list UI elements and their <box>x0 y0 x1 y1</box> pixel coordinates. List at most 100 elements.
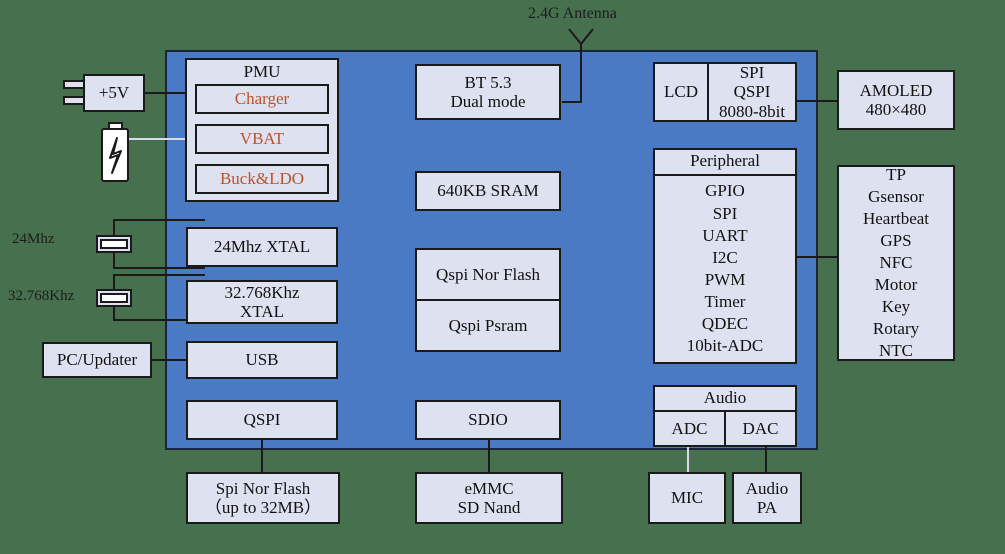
block-qspi-psram-label: Qspi Psram <box>448 315 528 335</box>
block-sram[interactable]: 640KB SRAM <box>415 171 561 211</box>
pc-updater-block[interactable]: PC/Updater <box>42 342 152 378</box>
block-mic-label: MIC <box>670 488 704 508</box>
xtal24-top-wire <box>113 219 205 221</box>
pmu-title: PMU <box>243 62 281 81</box>
block-qspi-psram[interactable]: Qspi Psram <box>417 299 559 350</box>
lcd-mode-spi: SPI <box>739 63 765 83</box>
peripheral-item-i2c: I2C <box>712 247 738 267</box>
audio-adc-label: ADC <box>671 418 708 438</box>
crystal-icon-24mhz <box>96 235 132 253</box>
pmu-charger-label: Charger <box>234 89 290 108</box>
peripheral-item-timer: Timer <box>704 291 746 311</box>
block-amoled-line1: AMOLED <box>859 80 933 100</box>
xtal32-top-wire <box>113 274 205 276</box>
block-spi-nor-flash-line2: （up to 32MB） <box>204 498 322 517</box>
block-sram-label: 640KB SRAM <box>437 181 539 201</box>
sensor-item-motor: Motor <box>874 275 918 295</box>
block-24mhz-xtal[interactable]: 24Mhz XTAL <box>186 227 338 267</box>
block-sdio[interactable]: SDIO <box>415 400 561 440</box>
block-bt-line1: BT 5.3 <box>464 72 512 92</box>
peripheral-item-uart: UART <box>702 225 748 245</box>
sensor-item-heartbeat: Heartbeat <box>862 208 930 228</box>
power-adapter-block[interactable]: +5V <box>83 74 145 112</box>
block-audio: Audio ADC DAC <box>653 385 797 447</box>
sensor-item-gps: GPS <box>880 230 912 250</box>
lcd-mode-qspi: QSPI <box>733 82 771 102</box>
peripheral-item-qdec: QDEC <box>701 314 749 334</box>
dac-to-audiopa-wire <box>765 447 767 472</box>
block-usb-label: USB <box>245 350 279 370</box>
block-emmc-line2: SD Nand <box>457 498 521 517</box>
xtal-32khz-label: 32.768Khz <box>8 288 75 304</box>
antenna-feed-vertical <box>580 48 582 103</box>
block-amoled[interactable]: AMOLED 480×480 <box>837 70 955 130</box>
block-lcd: LCD SPI QSPI 8080-8bit <box>653 62 797 122</box>
block-qspi-label: QSPI <box>243 410 281 430</box>
battery-icon <box>98 122 132 184</box>
block-lcd-modes-cell[interactable]: SPI QSPI 8080-8bit <box>707 63 795 121</box>
block-spi-nor-flash-line1: Spi Nor Flash <box>215 478 311 498</box>
sensor-item-nfc: NFC <box>879 252 913 272</box>
power-adapter-label: +5V <box>98 83 130 103</box>
block-spi-nor-flash[interactable]: Spi Nor Flash （up to 32MB） <box>186 472 340 524</box>
block-usb[interactable]: USB <box>186 341 338 379</box>
xtal-24mhz-label: 24Mhz <box>12 231 55 247</box>
block-qspi-nor-flash[interactable]: Qspi Nor Flash <box>417 250 559 299</box>
block-qspi-nor-flash-label: Qspi Nor Flash <box>436 264 540 284</box>
peripheral-item-list: GPIO SPI UART I2C PWM Timer QDEC 10bit-A… <box>655 176 795 362</box>
audio-dac-label: DAC <box>742 418 779 438</box>
peripheral-item-gpio: GPIO <box>705 181 745 201</box>
block-amoled-line2: 480×480 <box>865 100 927 119</box>
block-emmc-line1: eMMC <box>464 478 514 498</box>
pc-updater-label: PC/Updater <box>56 350 138 370</box>
block-lcd-name-cell[interactable]: LCD <box>655 82 707 101</box>
sdio-to-emmc-wire <box>488 440 490 472</box>
block-qspi[interactable]: QSPI <box>186 400 338 440</box>
antenna-icon <box>566 28 596 50</box>
antenna-label: 2.4G Antenna <box>528 5 617 22</box>
block-32768khz-xtal-line2: XTAL <box>240 302 284 321</box>
block-32768khz-xtal[interactable]: 32.768Khz XTAL <box>186 280 338 324</box>
sensor-item-key: Key <box>881 297 911 317</box>
block-sdio-label: SDIO <box>468 410 508 430</box>
lcd-to-amoled-wire <box>797 100 837 102</box>
peripheral-item-spi: SPI <box>712 203 738 223</box>
pmu-vbat-block[interactable]: VBAT <box>195 124 329 154</box>
peripheral-to-sensors-wire <box>797 256 837 258</box>
audio-title: Audio <box>655 387 795 412</box>
block-audio-dac[interactable]: DAC <box>724 412 795 445</box>
sensor-item-gsensor: Gsensor <box>868 186 924 206</box>
block-mic[interactable]: MIC <box>648 472 726 524</box>
xtal24-bottom-wire <box>113 267 205 269</box>
block-audio-adc[interactable]: ADC <box>655 412 724 445</box>
block-diagram-canvas: 2.4G Antenna +5V PMU Charger VBAT Buck&L… <box>0 0 1005 554</box>
block-bt[interactable]: BT 5.3 Dual mode <box>415 64 561 120</box>
block-bt-line2: Dual mode <box>450 92 526 111</box>
block-qspi-memory-split: Qspi Nor Flash Qspi Psram <box>415 248 561 352</box>
lcd-mode-8080: 8080-8bit <box>718 101 786 121</box>
pmu-buckldo-block[interactable]: Buck&LDO <box>195 164 329 194</box>
block-24mhz-xtal-label: 24Mhz XTAL <box>213 237 311 257</box>
pmu-vbat-label: VBAT <box>239 129 285 148</box>
peripheral-item-pwm: PWM <box>704 269 746 289</box>
power-adapter-icon <box>62 79 86 109</box>
block-emmc-sdnand[interactable]: eMMC SD Nand <box>415 472 563 524</box>
block-audio-pa-line1: Audio <box>745 478 789 498</box>
pmu-charger-block[interactable]: Charger <box>195 84 329 114</box>
block-peripheral: Peripheral GPIO SPI UART I2C PWM Timer Q… <box>653 148 797 364</box>
adc-to-mic-wire <box>687 447 689 472</box>
audio-converter-row: ADC DAC <box>655 412 795 445</box>
block-external-sensors: TP Gsensor Heartbeat GPS NFC Motor Key R… <box>837 165 955 361</box>
sensor-item-rotary: Rotary <box>872 319 920 339</box>
block-32768khz-xtal-line1: 32.768Khz <box>224 282 300 302</box>
peripheral-title: Peripheral <box>655 150 795 176</box>
qspi-to-spinor-wire <box>261 440 263 472</box>
pmu-buckldo-label: Buck&LDO <box>219 169 305 188</box>
peripheral-item-adc: 10bit-ADC <box>686 336 764 356</box>
crystal-icon-32khz <box>96 289 132 307</box>
block-lcd-label: LCD <box>664 82 698 102</box>
sensor-item-ntc: NTC <box>879 341 913 361</box>
antenna-feed-horizontal <box>562 101 582 103</box>
block-audio-pa[interactable]: Audio PA <box>732 472 802 524</box>
sensor-item-tp: TP <box>886 164 906 184</box>
